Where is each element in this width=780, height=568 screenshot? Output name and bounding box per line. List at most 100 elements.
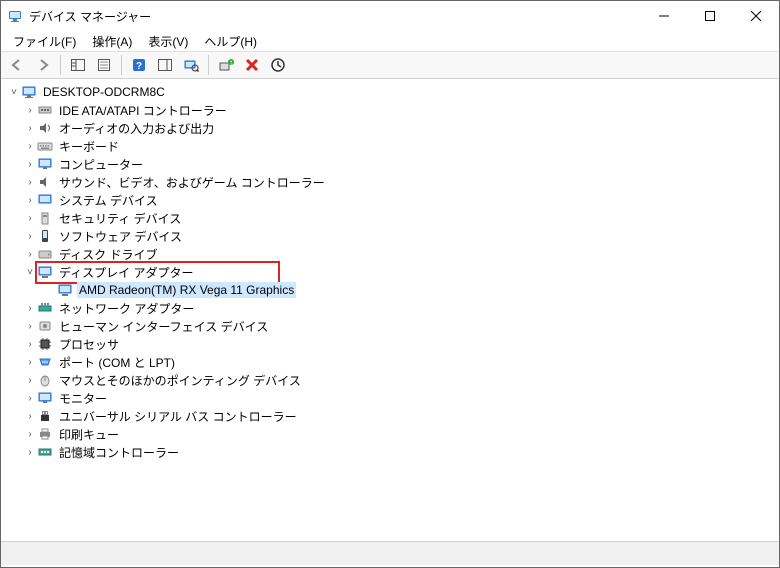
monitor-icon [37,390,53,406]
caret-right-icon[interactable]: › [23,393,37,404]
tree-item-label: ユニバーサル シリアル バス コントローラー [57,407,299,426]
update-driver-button[interactable]: ↑ [214,53,238,77]
caret-right-icon[interactable]: › [23,195,37,206]
tree-item-label: ディスプレイ アダプター [57,263,274,282]
caret-right-icon[interactable]: › [23,123,37,134]
caret-right-icon[interactable]: › [23,339,37,350]
help-button[interactable]: ? [127,53,151,77]
audio-icon [37,120,53,136]
tree-item-label: ヒューマン インターフェイス デバイス [57,317,270,336]
caret-right-icon[interactable]: › [23,357,37,368]
tree-item-hid[interactable]: › ヒューマン インターフェイス デバイス [7,317,779,335]
tree-item-label: 記憶域コントローラー [57,443,181,462]
tree-item-sound-video-game[interactable]: › サウンド、ビデオ、およびゲーム コントローラー [7,173,779,191]
close-button[interactable] [733,1,779,31]
display-adapter-child-label: AMD Radeon(TM) RX Vega 11 Graphics [77,282,296,298]
disable-device-button[interactable] [266,53,290,77]
caret-right-icon[interactable]: › [23,231,37,242]
menu-action[interactable]: 操作(A) [84,31,140,52]
tree-item-ide[interactable]: › IDE ATA/ATAPI コントローラー [7,101,779,119]
caret-right-icon[interactable]: › [23,159,37,170]
caret-right-icon[interactable]: › [23,447,37,458]
tree-item-label: プロセッサ [57,335,121,354]
separator [60,55,61,75]
scan-hardware-button[interactable] [179,53,203,77]
caret-right-icon[interactable]: › [23,141,37,152]
tree-item-mouse[interactable]: › マウスとそのほかのポインティング デバイス [7,371,779,389]
minimize-button[interactable] [641,1,687,31]
caret-right-icon[interactable]: › [23,105,37,116]
controller-icon [37,102,53,118]
toolbar: ? ↑ [1,51,779,79]
tree-item-label: ネットワーク アダプター [57,299,196,318]
tree-item-label: ポート (COM と LPT) [57,353,177,372]
uninstall-device-button[interactable] [240,53,264,77]
caret-right-icon[interactable]: › [23,249,37,260]
separator [121,55,122,75]
tree-item-label: セキュリティ デバイス [57,209,183,228]
statusbar [1,541,779,565]
caret-right-icon[interactable]: › [23,321,37,332]
tree-item-label: マウスとそのほかのポインティング デバイス [57,371,303,390]
caret-right-icon[interactable]: › [23,177,37,188]
tree-item-print-queue[interactable]: › 印刷キュー [7,425,779,443]
tree-item-label: システム デバイス [57,191,160,210]
caret-right-icon[interactable]: › [23,411,37,422]
tree-item-display-adapters[interactable]: ˅ ディスプレイ アダプター [7,263,779,281]
tree-item-security[interactable]: › セキュリティ デバイス [7,209,779,227]
forward-button[interactable] [31,53,55,77]
menu-help[interactable]: ヘルプ(H) [196,31,265,52]
network-icon [37,300,53,316]
mouse-icon [37,372,53,388]
tree-item-software[interactable]: › ソフトウェア デバイス [7,227,779,245]
system-device-icon [37,192,53,208]
printer-icon [37,426,53,442]
sound-icon [37,174,53,190]
menu-file[interactable]: ファイル(F) [5,31,84,52]
menu-view[interactable]: 表示(V) [140,31,196,52]
maximize-button[interactable] [687,1,733,31]
tree-item-system[interactable]: › システム デバイス [7,191,779,209]
tree-item-label: オーディオの入力および出力 [57,119,216,138]
caret-right-icon[interactable]: › [23,375,37,386]
tree-item-keyboard[interactable]: › キーボード [7,137,779,155]
computer-icon [37,156,53,172]
tree-item-label: 印刷キュー [57,425,121,444]
tree-root-node[interactable]: ˅ DESKTOP-ODCRM8C [7,83,779,101]
show-hide-console-tree-button[interactable] [66,53,90,77]
tree-item-storage-controller[interactable]: › 記憶域コントローラー [7,443,779,461]
properties-button[interactable] [92,53,116,77]
keyboard-icon [37,138,53,154]
tree-item-monitor[interactable]: › モニター [7,389,779,407]
caret-right-icon[interactable]: › [23,213,37,224]
display-adapter-icon [37,264,53,280]
tree-item-processor[interactable]: › プロセッサ [7,335,779,353]
caret-right-icon[interactable]: › [23,303,37,314]
tree-item-label: コンピューター [57,155,145,174]
tree-item-network[interactable]: › ネットワーク アダプター [7,299,779,317]
tree-item-usb[interactable]: › ユニバーサル シリアル バス コントローラー [7,407,779,425]
svg-text:?: ? [136,61,142,72]
device-tree[interactable]: ˅ DESKTOP-ODCRM8C › IDE ATA/ATAPI コントローラ… [1,79,779,541]
tree-item-audio[interactable]: › オーディオの入力および出力 [7,119,779,137]
display-adapter-icon [57,282,73,298]
caret-down-icon[interactable]: ˅ [7,87,21,98]
tree-item-label: キーボード [57,137,121,156]
action-pane-button[interactable] [153,53,177,77]
tree-item-display-adapter-child[interactable]: AMD Radeon(TM) RX Vega 11 Graphics [7,281,779,299]
window-title: デバイス マネージャー [29,8,641,25]
back-button[interactable] [5,53,29,77]
titlebar: デバイス マネージャー [1,1,779,31]
root-label: DESKTOP-ODCRM8C [41,84,167,100]
security-icon [37,210,53,226]
processor-icon [37,336,53,352]
svg-text:↑: ↑ [229,58,233,67]
menubar: ファイル(F) 操作(A) 表示(V) ヘルプ(H) [1,31,779,51]
storage-controller-icon [37,444,53,460]
caret-right-icon[interactable]: › [23,429,37,440]
app-icon [7,8,23,24]
tree-item-computer[interactable]: › コンピューター [7,155,779,173]
tree-item-label: ソフトウェア デバイス [57,227,184,246]
tree-item-ports[interactable]: › ポート (COM と LPT) [7,353,779,371]
computer-icon [21,84,37,100]
